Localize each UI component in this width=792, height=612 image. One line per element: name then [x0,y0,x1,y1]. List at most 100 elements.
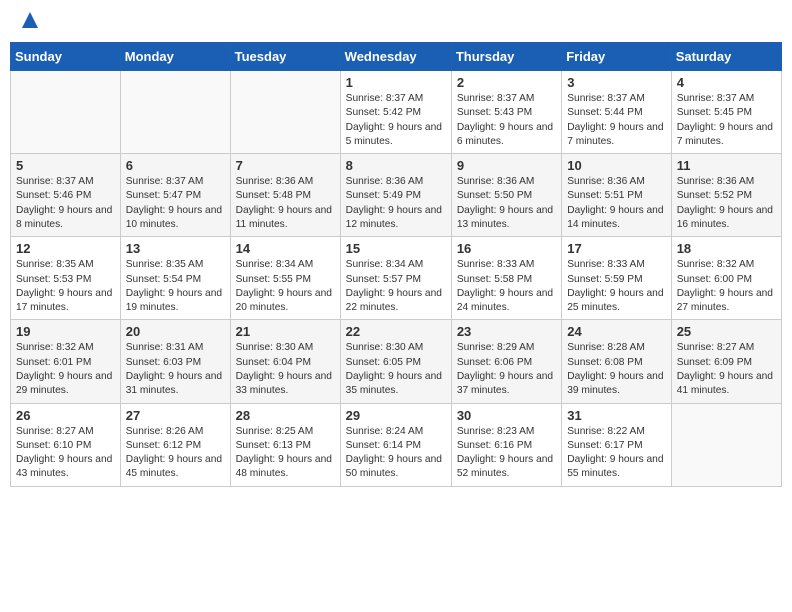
day-number: 31 [567,408,665,423]
day-number: 21 [236,324,335,339]
day-detail: Sunrise: 8:37 AMSunset: 5:45 PMDaylight:… [677,92,776,149]
weekday-header: Saturday [671,43,781,71]
calendar-cell: 31 Sunrise: 8:22 AMSunset: 6:17 PMDayligh… [562,403,671,486]
calendar-cell: 30Sunrise: 8:23 AMSunset: 6:16 PMDayligh… [451,403,561,486]
day-number: 12 [16,241,115,256]
day-detail: Sunrise: 8:30 AMSunset: 6:05 PMDaylight:… [346,341,446,398]
calendar-cell: 22Sunrise: 8:30 AMSunset: 6:05 PMDayligh… [340,320,451,403]
calendar-cell: 13 Sunrise: 8:35 AMSunset: 5:54 PMDayligh… [120,237,230,320]
day-detail: Sunrise: 8:22 AMSunset: 6:17 PMDaylight:… [567,425,665,482]
calendar-cell: 16 Sunrise: 8:33 AMSunset: 5:58 PMDayligh… [451,237,561,320]
day-number: 15 [346,241,446,256]
calendar-cell: 15 Sunrise: 8:34 AMSunset: 5:57 PMDayligh… [340,237,451,320]
logo [18,14,40,30]
day-number: 19 [16,324,115,339]
weekday-header: Friday [562,43,671,71]
calendar-cell: 29Sunrise: 8:24 AMSunset: 6:14 PMDayligh… [340,403,451,486]
calendar-cell: 3 Sunrise: 8:37 AMSunset: 5:44 PMDaylight… [562,71,671,154]
day-detail: Sunrise: 8:35 AMSunset: 5:53 PMDaylight:… [16,258,115,315]
day-detail: Sunrise: 8:34 AMSunset: 5:55 PMDaylight:… [236,258,335,315]
day-detail: Sunrise: 8:35 AMSunset: 5:54 PMDaylight:… [126,258,225,315]
day-number: 5 [16,158,115,173]
calendar-cell: 11 Sunrise: 8:36 AMSunset: 5:52 PMDayligh… [671,154,781,237]
day-detail: Sunrise: 8:33 AMSunset: 5:58 PMDaylight:… [457,258,556,315]
calendar-cell: 26 Sunrise: 8:27 AMSunset: 6:10 PMDayligh… [11,403,121,486]
day-number: 11 [677,158,776,173]
calendar-cell [11,71,121,154]
day-detail: Sunrise: 8:36 AMSunset: 5:49 PMDaylight:… [346,175,446,232]
day-number: 7 [236,158,335,173]
day-detail: Sunrise: 8:24 AMSunset: 6:14 PMDaylight:… [346,425,446,482]
day-number: 17 [567,241,665,256]
weekday-header: Thursday [451,43,561,71]
calendar-cell: 10Sunrise: 8:36 AMSunset: 5:51 PMDayligh… [562,154,671,237]
day-number: 30 [457,408,556,423]
day-detail: Sunrise: 8:26 AMSunset: 6:12 PMDaylight:… [126,425,225,482]
day-detail: Sunrise: 8:27 AMSunset: 6:09 PMDaylight:… [677,341,776,398]
day-detail: Sunrise: 8:36 AMSunset: 5:48 PMDaylight:… [236,175,335,232]
calendar-week-row: 19 Sunrise: 8:32 AMSunset: 6:01 PMDayligh… [11,320,782,403]
calendar-header-row: SundayMondayTuesdayWednesdayThursdayFrid… [11,43,782,71]
calendar-cell: 2 Sunrise: 8:37 AMSunset: 5:43 PMDaylight… [451,71,561,154]
day-detail: Sunrise: 8:32 AMSunset: 6:01 PMDaylight:… [16,341,115,398]
day-detail: Sunrise: 8:37 AMSunset: 5:44 PMDaylight:… [567,92,665,149]
day-detail: Sunrise: 8:30 AMSunset: 6:04 PMDaylight:… [236,341,335,398]
day-detail: Sunrise: 8:37 AMSunset: 5:43 PMDaylight:… [457,92,556,149]
day-number: 24 [567,324,665,339]
page-header [10,10,782,34]
calendar-week-row: 26 Sunrise: 8:27 AMSunset: 6:10 PMDayligh… [11,403,782,486]
weekday-header: Wednesday [340,43,451,71]
calendar-cell: 20 Sunrise: 8:31 AMSunset: 6:03 PMDayligh… [120,320,230,403]
calendar-cell [120,71,230,154]
day-detail: Sunrise: 8:34 AMSunset: 5:57 PMDaylight:… [346,258,446,315]
day-number: 4 [677,75,776,90]
day-detail: Sunrise: 8:32 AMSunset: 6:00 PMDaylight:… [677,258,776,315]
day-detail: Sunrise: 8:37 AMSunset: 5:42 PMDaylight:… [346,92,446,149]
calendar-cell [230,71,340,154]
calendar-week-row: 5 Sunrise: 8:37 AMSunset: 5:46 PMDaylight… [11,154,782,237]
day-number: 27 [126,408,225,423]
calendar-week-row: 1Sunrise: 8:37 AMSunset: 5:42 PMDaylight… [11,71,782,154]
calendar-cell: 21 Sunrise: 8:30 AMSunset: 6:04 PMDayligh… [230,320,340,403]
day-number: 6 [126,158,225,173]
day-detail: Sunrise: 8:27 AMSunset: 6:10 PMDaylight:… [16,425,115,482]
day-detail: Sunrise: 8:36 AMSunset: 5:50 PMDaylight:… [457,175,556,232]
calendar-cell: 17 Sunrise: 8:33 AMSunset: 5:59 PMDayligh… [562,237,671,320]
calendar-cell: 23 Sunrise: 8:29 AMSunset: 6:06 PMDayligh… [451,320,561,403]
day-number: 9 [457,158,556,173]
calendar-cell: 18 Sunrise: 8:32 AMSunset: 6:00 PMDayligh… [671,237,781,320]
day-number: 23 [457,324,556,339]
calendar-table: SundayMondayTuesdayWednesdayThursdayFrid… [10,42,782,487]
calendar-cell: 7 Sunrise: 8:36 AMSunset: 5:48 PMDaylight… [230,154,340,237]
calendar-cell: 12 Sunrise: 8:35 AMSunset: 5:53 PMDayligh… [11,237,121,320]
day-detail: Sunrise: 8:31 AMSunset: 6:03 PMDaylight:… [126,341,225,398]
calendar-cell: 25Sunrise: 8:27 AMSunset: 6:09 PMDayligh… [671,320,781,403]
calendar-cell: 19 Sunrise: 8:32 AMSunset: 6:01 PMDayligh… [11,320,121,403]
day-number: 13 [126,241,225,256]
day-number: 18 [677,241,776,256]
day-detail: Sunrise: 8:28 AMSunset: 6:08 PMDaylight:… [567,341,665,398]
calendar-cell: 9 Sunrise: 8:36 AMSunset: 5:50 PMDaylight… [451,154,561,237]
day-number: 3 [567,75,665,90]
day-detail: Sunrise: 8:37 AMSunset: 5:47 PMDaylight:… [126,175,225,232]
day-detail: Sunrise: 8:37 AMSunset: 5:46 PMDaylight:… [16,175,115,232]
calendar-cell: 8 Sunrise: 8:36 AMSunset: 5:49 PMDaylight… [340,154,451,237]
day-detail: Sunrise: 8:25 AMSunset: 6:13 PMDaylight:… [236,425,335,482]
day-detail: Sunrise: 8:36 AMSunset: 5:52 PMDaylight:… [677,175,776,232]
weekday-header: Sunday [11,43,121,71]
day-number: 2 [457,75,556,90]
day-number: 16 [457,241,556,256]
day-number: 14 [236,241,335,256]
day-number: 8 [346,158,446,173]
day-detail: Sunrise: 8:29 AMSunset: 6:06 PMDaylight:… [457,341,556,398]
weekday-header: Monday [120,43,230,71]
day-number: 26 [16,408,115,423]
calendar-cell: 24 Sunrise: 8:28 AMSunset: 6:08 PMDayligh… [562,320,671,403]
calendar-cell: 4 Sunrise: 8:37 AMSunset: 5:45 PMDaylight… [671,71,781,154]
day-detail: Sunrise: 8:33 AMSunset: 5:59 PMDaylight:… [567,258,665,315]
calendar-cell: 5 Sunrise: 8:37 AMSunset: 5:46 PMDaylight… [11,154,121,237]
day-number: 10 [567,158,665,173]
day-number: 20 [126,324,225,339]
calendar-cell: 28Sunrise: 8:25 AMSunset: 6:13 PMDayligh… [230,403,340,486]
weekday-header: Tuesday [230,43,340,71]
